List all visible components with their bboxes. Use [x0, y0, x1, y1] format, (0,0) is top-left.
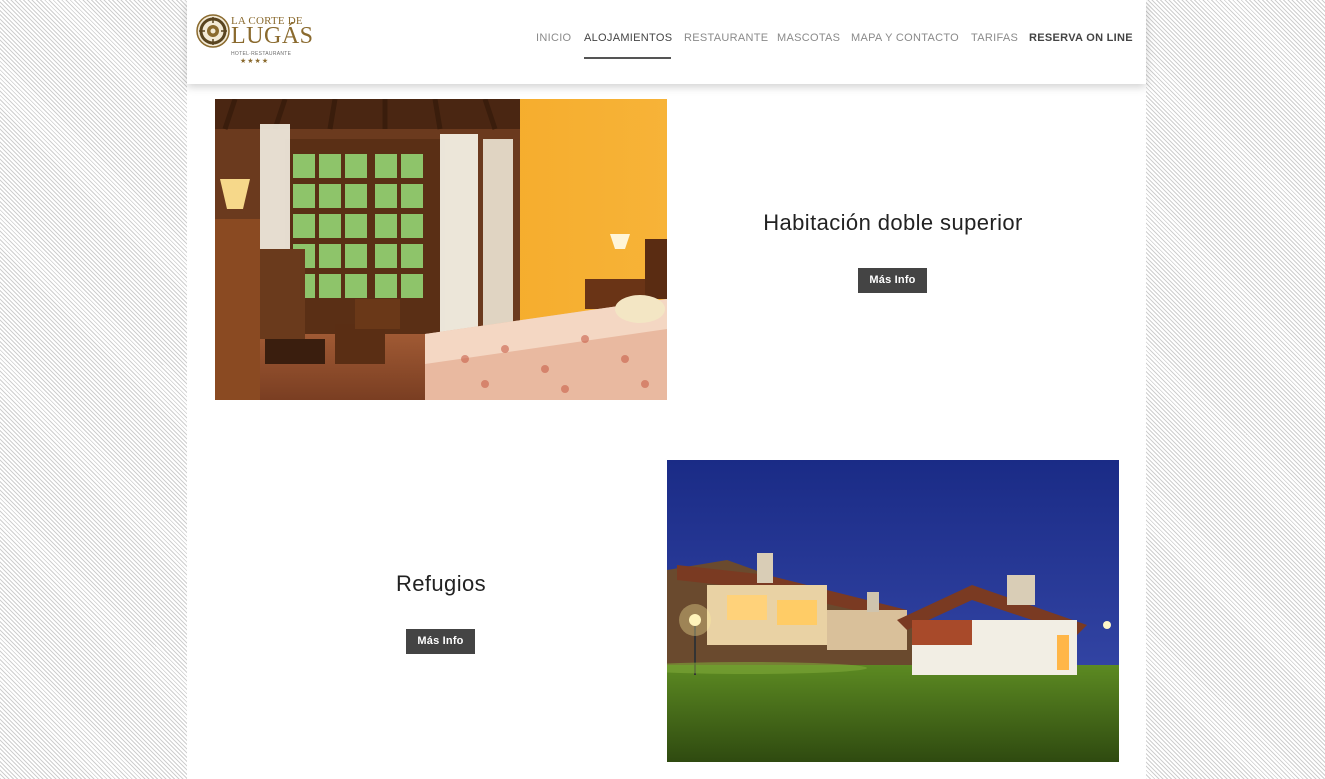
nav-active-indicator: [584, 57, 671, 59]
nav-item-mapa-contacto[interactable]: MAPA Y CONTACTO: [851, 32, 959, 44]
nav-item-inicio[interactable]: INICIO: [536, 32, 571, 44]
nav-item-restaurante[interactable]: RESTAURANTE: [684, 32, 768, 44]
page-container: LA CORTE DE LUGÁS HOTEL·RESTAURANTE ★★★★…: [187, 0, 1146, 779]
room-title-habitacion-doble: Habitación doble superior: [763, 210, 1023, 235]
mas-info-button-refugios[interactable]: Más Info: [406, 629, 475, 654]
bedroom-image: [215, 99, 667, 400]
room-photo-refugios[interactable]: [667, 460, 1119, 762]
logo-stars: ★★★★: [240, 58, 270, 65]
nav-item-reserva-online[interactable]: RESERVA ON LINE: [1029, 32, 1133, 44]
site-header: LA CORTE DE LUGÁS HOTEL·RESTAURANTE ★★★★…: [187, 0, 1146, 84]
mas-info-button-habitacion[interactable]: Más Info: [858, 268, 927, 293]
main-nav: INICIO ALOJAMIENTOS RESTAURANTE MASCOTAS…: [187, 32, 1146, 52]
refugios-image: [667, 460, 1119, 762]
nav-item-alojamientos[interactable]: ALOJAMIENTOS: [584, 32, 672, 44]
room-photo-habitacion-doble[interactable]: [215, 99, 667, 400]
nav-item-tarifas[interactable]: TARIFAS: [971, 32, 1018, 44]
room-title-refugios: Refugios: [395, 571, 487, 596]
nav-item-mascotas[interactable]: MASCOTAS: [777, 32, 840, 44]
